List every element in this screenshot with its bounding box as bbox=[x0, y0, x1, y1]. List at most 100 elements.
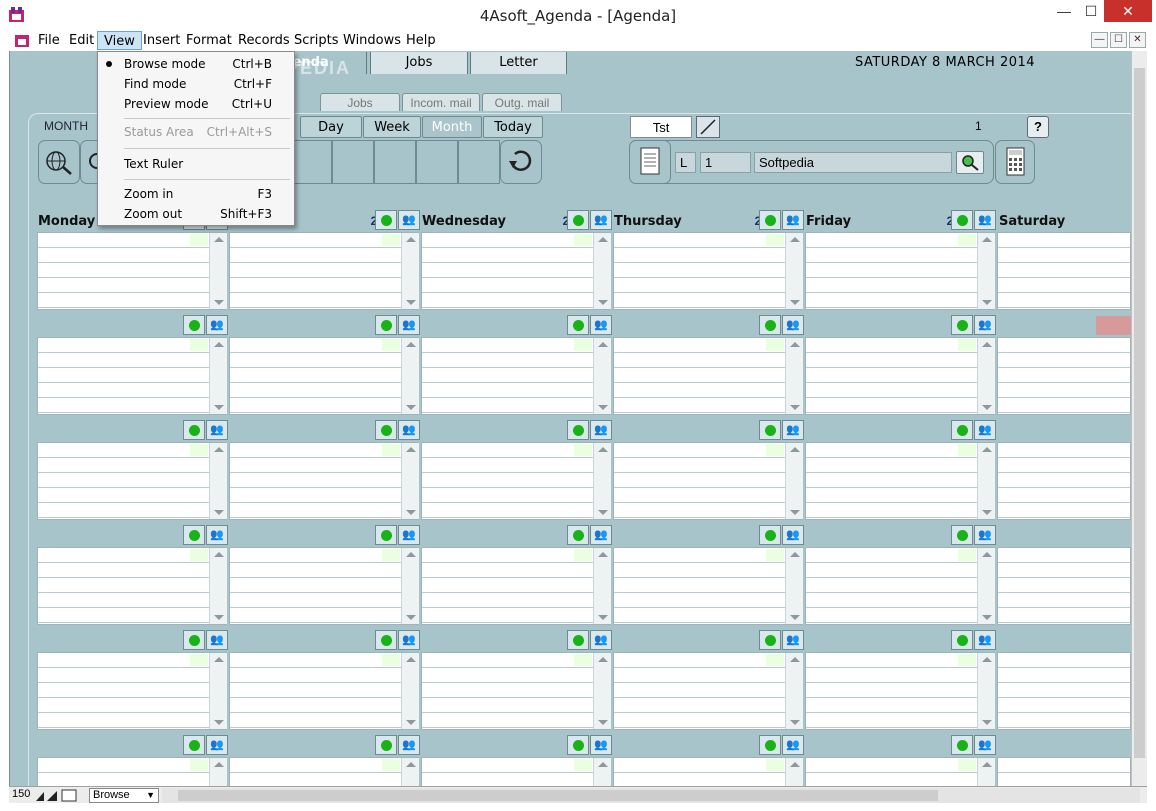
cell-scrollbar[interactable] bbox=[593, 443, 611, 519]
scroll-up-icon[interactable] bbox=[598, 342, 608, 347]
scroll-up-icon[interactable] bbox=[790, 342, 800, 347]
vertical-scroll-thumb[interactable] bbox=[1134, 68, 1145, 758]
people-button[interactable]: 👥 bbox=[590, 210, 612, 230]
close-button[interactable]: ✕ bbox=[1104, 0, 1152, 22]
people-button[interactable]: 👥 bbox=[974, 630, 996, 650]
people-button[interactable]: 👥 bbox=[590, 525, 612, 545]
day-cell[interactable] bbox=[37, 232, 227, 310]
scroll-down-icon[interactable] bbox=[790, 300, 800, 305]
tab-jobs[interactable]: Jobs bbox=[370, 52, 468, 74]
cell-scrollbar[interactable] bbox=[785, 653, 803, 729]
entry-lines[interactable] bbox=[38, 653, 209, 729]
scroll-down-icon[interactable] bbox=[598, 720, 608, 725]
saturday-cell[interactable] bbox=[997, 757, 1131, 787]
scroll-up-icon[interactable] bbox=[214, 657, 224, 662]
day-cell[interactable] bbox=[421, 337, 611, 415]
entry-lines[interactable] bbox=[998, 443, 1130, 519]
people-button[interactable]: 👥 bbox=[398, 210, 420, 230]
status-dot-button[interactable] bbox=[183, 525, 205, 545]
help-button[interactable]: ? bbox=[1027, 116, 1049, 138]
day-cell[interactable] bbox=[805, 337, 995, 415]
people-button[interactable]: 👥 bbox=[590, 735, 612, 755]
cell-scrollbar[interactable] bbox=[977, 548, 995, 624]
scroll-down-icon[interactable] bbox=[790, 720, 800, 725]
scroll-up-icon[interactable] bbox=[790, 762, 800, 767]
entry-lines[interactable] bbox=[422, 233, 593, 309]
entry-lines[interactable] bbox=[806, 338, 977, 414]
menu-item-browse-mode[interactable]: Browse mode Ctrl+B bbox=[98, 54, 294, 74]
scroll-down-icon[interactable] bbox=[790, 405, 800, 410]
vertical-scrollbar[interactable] bbox=[1131, 51, 1147, 788]
month-view-button[interactable]: Month bbox=[422, 116, 482, 138]
menu-edit[interactable]: Edit bbox=[63, 31, 100, 50]
cell-scrollbar[interactable] bbox=[209, 653, 227, 729]
people-button[interactable]: 👥 bbox=[782, 735, 804, 755]
blank-button-3[interactable] bbox=[374, 140, 416, 184]
people-button[interactable]: 👥 bbox=[974, 420, 996, 440]
scroll-up-icon[interactable] bbox=[982, 237, 992, 242]
scroll-down-icon[interactable] bbox=[214, 300, 224, 305]
day-cell[interactable] bbox=[229, 547, 419, 625]
menu-item-zoom-in[interactable]: Zoom in F3 bbox=[98, 184, 294, 204]
status-dot-button[interactable] bbox=[567, 735, 589, 755]
cell-scrollbar[interactable] bbox=[785, 443, 803, 519]
cell-scrollbar[interactable] bbox=[401, 758, 419, 786]
day-cell[interactable] bbox=[229, 232, 419, 310]
status-dot-button[interactable] bbox=[375, 630, 397, 650]
people-button[interactable]: 👥 bbox=[206, 315, 228, 335]
mdi-restore-button[interactable]: ☐ bbox=[1110, 32, 1127, 48]
scroll-up-icon[interactable] bbox=[214, 552, 224, 557]
entry-lines[interactable] bbox=[422, 443, 593, 519]
cell-scrollbar[interactable] bbox=[977, 758, 995, 786]
status-dot-button[interactable] bbox=[759, 630, 781, 650]
day-cell[interactable] bbox=[613, 442, 803, 520]
scroll-up-icon[interactable] bbox=[790, 552, 800, 557]
people-button[interactable]: 👥 bbox=[398, 525, 420, 545]
menu-records[interactable]: Records bbox=[232, 31, 296, 50]
people-button[interactable]: 👥 bbox=[782, 210, 804, 230]
entry-lines[interactable] bbox=[230, 443, 401, 519]
status-dot-button[interactable] bbox=[375, 525, 397, 545]
people-button[interactable]: 👥 bbox=[398, 420, 420, 440]
entry-lines[interactable] bbox=[422, 548, 593, 624]
scroll-up-icon[interactable] bbox=[790, 447, 800, 452]
people-button[interactable]: 👥 bbox=[206, 420, 228, 440]
entry-lines[interactable] bbox=[422, 653, 593, 729]
day-cell[interactable] bbox=[421, 547, 611, 625]
scroll-up-icon[interactable] bbox=[982, 447, 992, 452]
menu-item-find-mode[interactable]: Find mode Ctrl+F bbox=[98, 74, 294, 94]
cell-scrollbar[interactable] bbox=[593, 653, 611, 729]
status-dot-button[interactable] bbox=[759, 420, 781, 440]
day-cell[interactable] bbox=[805, 232, 995, 310]
refresh-button[interactable] bbox=[500, 140, 542, 184]
status-dot-button[interactable] bbox=[375, 735, 397, 755]
scroll-down-icon[interactable] bbox=[406, 720, 416, 725]
menu-item-preview-mode[interactable]: Preview mode Ctrl+U bbox=[98, 94, 294, 114]
status-dot-button[interactable] bbox=[759, 735, 781, 755]
saturday-cell[interactable] bbox=[997, 652, 1131, 730]
people-button[interactable]: 👥 bbox=[974, 525, 996, 545]
scroll-down-icon[interactable] bbox=[790, 615, 800, 620]
status-dot-button[interactable] bbox=[951, 210, 973, 230]
day-cell[interactable] bbox=[805, 652, 995, 730]
day-cell[interactable] bbox=[613, 232, 803, 310]
cell-scrollbar[interactable] bbox=[593, 548, 611, 624]
day-cell[interactable] bbox=[613, 337, 803, 415]
day-cell[interactable] bbox=[421, 652, 611, 730]
scroll-down-icon[interactable] bbox=[598, 615, 608, 620]
cell-scrollbar[interactable] bbox=[785, 548, 803, 624]
scroll-up-icon[interactable] bbox=[406, 342, 416, 347]
day-cell[interactable] bbox=[37, 547, 227, 625]
entry-lines[interactable] bbox=[38, 338, 209, 414]
entry-lines[interactable] bbox=[614, 443, 785, 519]
name-field[interactable]: Softpedia bbox=[754, 152, 952, 173]
scroll-up-icon[interactable] bbox=[598, 762, 608, 767]
scroll-down-icon[interactable] bbox=[406, 405, 416, 410]
status-dot-button[interactable] bbox=[951, 315, 973, 335]
cell-scrollbar[interactable] bbox=[209, 443, 227, 519]
day-cell[interactable] bbox=[805, 757, 995, 787]
saturday-cell[interactable] bbox=[997, 232, 1131, 310]
people-button[interactable]: 👥 bbox=[206, 630, 228, 650]
day-cell[interactable] bbox=[37, 652, 227, 730]
mdi-close-button[interactable]: ✕ bbox=[1129, 32, 1146, 48]
